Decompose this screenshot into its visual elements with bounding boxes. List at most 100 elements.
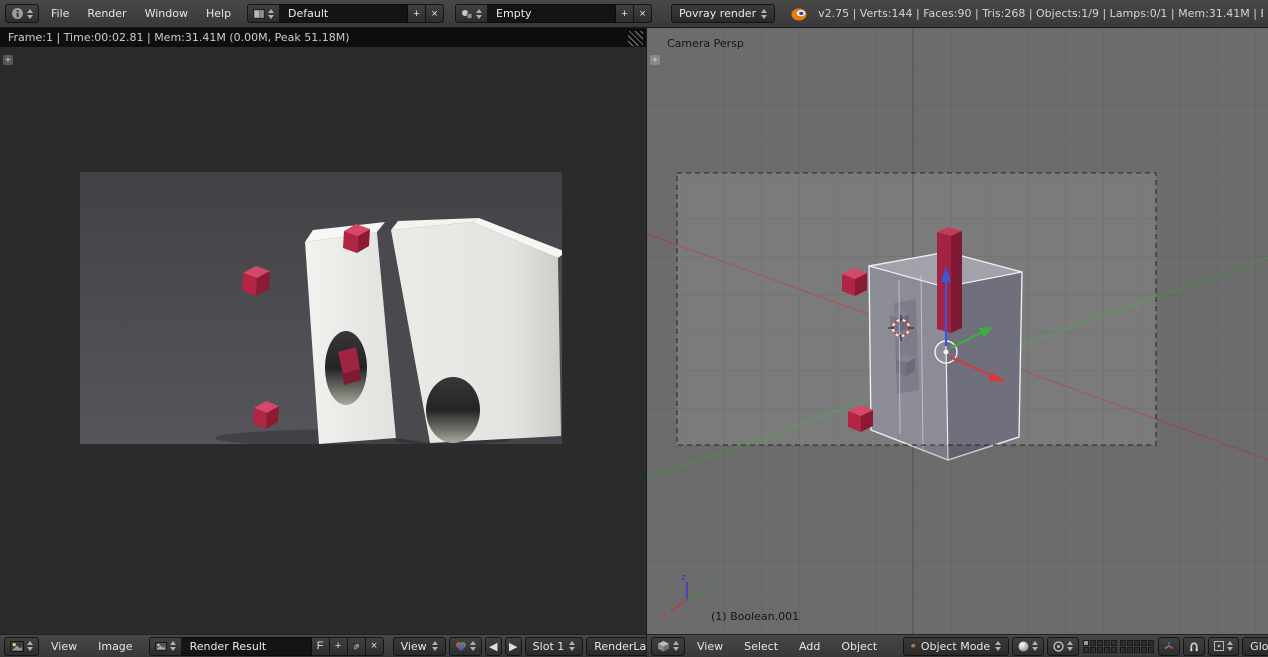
render-engine-dropdown[interactable]: Povray render: [671, 4, 775, 23]
render-result-image[interactable]: [80, 172, 562, 444]
interaction-mode-dropdown[interactable]: Object Mode: [903, 637, 1009, 656]
region-corner-widget[interactable]: +: [3, 55, 13, 65]
render-engine-value: Povray render: [679, 7, 756, 20]
axis-x-label: x: [661, 611, 668, 621]
updown-arrows-icon: [1067, 641, 1073, 651]
viewport-3d-scene[interactable]: z y x: [647, 28, 1268, 634]
editor-type-button-3dview[interactable]: [651, 637, 685, 656]
orientation-value: Global: [1250, 640, 1268, 653]
info-editor-icon: [11, 7, 24, 20]
scene-name: Empty: [496, 7, 531, 20]
active-object-label: (1) Boolean.001: [711, 610, 799, 623]
editor-type-button-info[interactable]: [5, 4, 39, 23]
image-editor-icon: [10, 641, 24, 652]
region-resize-grip[interactable]: [628, 31, 643, 46]
interaction-mode-value: Object Mode: [921, 640, 990, 653]
viewport-shading-dropdown[interactable]: [1012, 637, 1044, 656]
render-statistics-text: Frame:1 | Time:00:02.81 | Mem:31.41M (0.…: [0, 28, 646, 47]
view-mode-dropdown[interactable]: View: [393, 637, 446, 656]
screen-layout-delete-button[interactable]: ×: [426, 4, 444, 23]
new-image-button[interactable]: +: [330, 637, 348, 656]
manipulator-axes-icon: [1164, 640, 1174, 652]
updown-arrows-icon: [268, 9, 274, 19]
image-datablock-selector: Render Result F + ×: [149, 637, 384, 656]
menu-help[interactable]: Help: [197, 4, 240, 23]
updown-arrows-icon: [27, 641, 33, 651]
scene-browse-button[interactable]: [455, 4, 488, 23]
menu-select[interactable]: Select: [735, 637, 787, 656]
menu-view[interactable]: View: [688, 637, 732, 656]
screen-layout-name-field[interactable]: Default: [280, 4, 408, 23]
layers-left-group[interactable]: [1083, 640, 1117, 653]
image-editor-region[interactable]: Frame:1 | Time:00:02.81 | Mem:31.41M (0.…: [0, 28, 646, 634]
scene-icon: [461, 9, 473, 19]
view-mode-value: View: [401, 640, 427, 653]
editor-type-button-image[interactable]: [4, 637, 39, 656]
screen-layout-add-button[interactable]: +: [408, 4, 426, 23]
snap-increment-icon: [1214, 641, 1224, 651]
image-name-field[interactable]: Render Result: [182, 637, 312, 656]
red-cube-object-upper[interactable]: [842, 268, 867, 296]
axis-y-label: y: [705, 583, 712, 593]
slot-dropdown[interactable]: Slot 1: [525, 637, 584, 656]
updown-arrows-icon: [476, 9, 482, 19]
slot-value: Slot 1: [533, 640, 565, 653]
fake-user-button[interactable]: F: [312, 637, 330, 656]
render-layer-value: RenderLay: [594, 640, 653, 653]
updown-arrows-icon: [1032, 641, 1038, 651]
image-datablock-icon: [155, 642, 167, 651]
scene-name-field[interactable]: Empty: [488, 4, 616, 23]
image-name: Render Result: [190, 640, 267, 653]
updown-arrows-icon: [27, 9, 33, 19]
updown-arrows-icon: [761, 9, 767, 19]
menu-window[interactable]: Window: [136, 4, 197, 23]
screen-layout-browse-button[interactable]: [247, 4, 280, 23]
viewport-header-bar: View Select Add Object Object Mode: [646, 634, 1268, 657]
axis-z-label: z: [680, 573, 686, 583]
transform-orientation-dropdown[interactable]: Global: [1242, 637, 1268, 656]
screen-layout-name: Default: [288, 7, 328, 20]
updown-arrows-icon: [673, 641, 679, 651]
layers-widget[interactable]: [1082, 639, 1155, 654]
previous-slot-button[interactable]: ◀: [485, 637, 502, 656]
layers-right-group[interactable]: [1120, 640, 1154, 653]
viewport-3d-region[interactable]: z y x Camera Persp (1) Boolean.001: [646, 28, 1268, 634]
scene-delete-button[interactable]: ×: [634, 4, 652, 23]
updown-arrows-icon: [995, 641, 1001, 651]
next-slot-button[interactable]: ▶: [505, 637, 522, 656]
display-channels-dropdown[interactable]: [449, 637, 482, 656]
updown-arrows-icon: [470, 641, 476, 651]
menu-render[interactable]: Render: [78, 4, 135, 23]
updown-arrows-icon: [1227, 641, 1233, 651]
info-editor-header: File Render Window Help Default + ×: [0, 0, 1268, 28]
channels-icon: [455, 641, 467, 651]
main-menu-bar: File Render Window Help: [42, 4, 240, 23]
updown-arrows-icon: [569, 641, 575, 651]
menu-image[interactable]: Image: [89, 637, 141, 656]
pivot-icon: [1053, 641, 1064, 652]
screen-layout-icon: [253, 9, 265, 19]
menu-view[interactable]: View: [42, 637, 86, 656]
blender-logo-icon: [790, 5, 808, 23]
scene-statistics: v2.75 | Verts:144 | Faces:90 | Tris:268 …: [818, 7, 1263, 20]
shading-sphere-icon: [1018, 641, 1029, 652]
object-mode-icon: [911, 641, 916, 651]
menu-add[interactable]: Add: [790, 637, 829, 656]
unlink-image-button[interactable]: ×: [366, 637, 384, 656]
region-corner-widget[interactable]: +: [650, 55, 660, 65]
snap-element-dropdown[interactable]: [1208, 637, 1239, 656]
pivot-point-dropdown[interactable]: [1047, 637, 1079, 656]
menu-object[interactable]: Object: [832, 637, 886, 656]
manipulator-toggle-button[interactable]: [1158, 637, 1180, 656]
updown-arrows-icon: [170, 641, 176, 651]
menu-file[interactable]: File: [42, 4, 78, 23]
scene-add-button[interactable]: +: [616, 4, 634, 23]
view-name-label: Camera Persp: [667, 37, 744, 50]
image-editor-header-bar: View Image Render Result F + × View: [0, 634, 646, 657]
scene-selector: Empty + ×: [455, 4, 652, 23]
screen-layout-selector: Default + ×: [247, 4, 444, 23]
snap-toggle-button[interactable]: [1183, 637, 1205, 656]
image-browse-button[interactable]: [149, 637, 182, 656]
viewport-editor-icon: [657, 640, 670, 652]
pack-image-button[interactable]: [348, 637, 366, 656]
